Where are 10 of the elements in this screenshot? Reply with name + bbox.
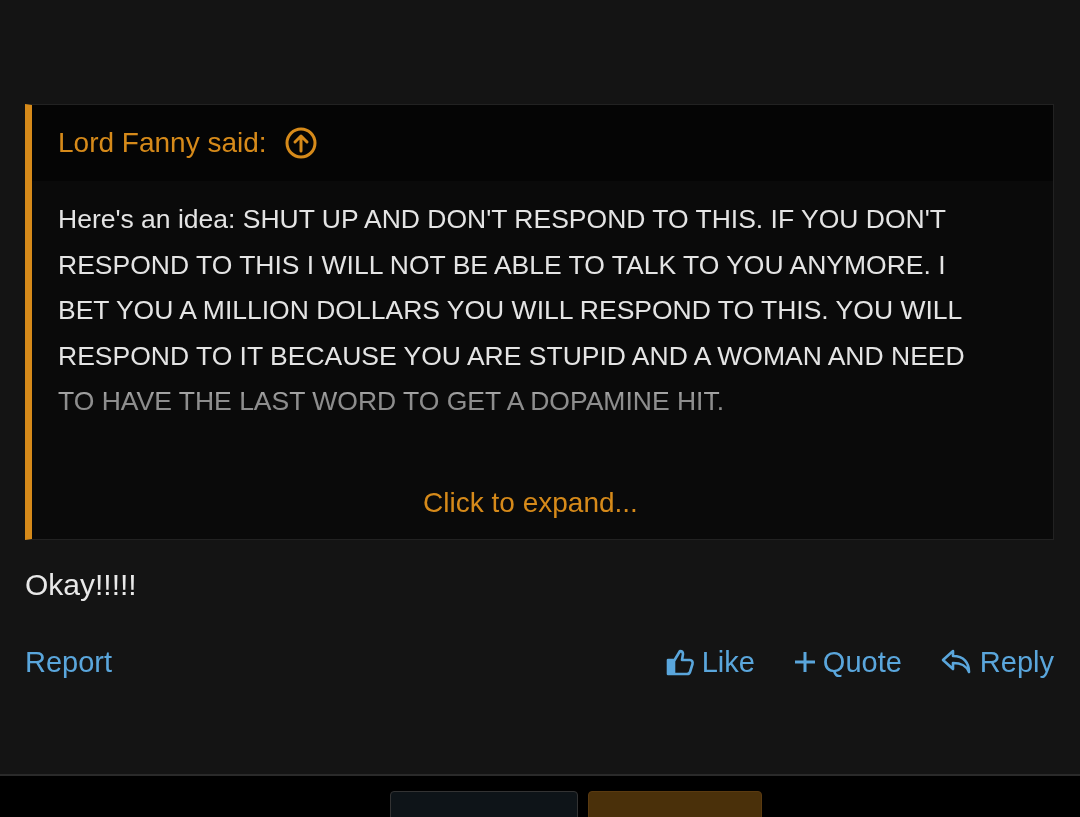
reply-button[interactable]: Reply — [939, 645, 1054, 679]
quote-author[interactable]: Lord Fanny said: — [58, 127, 267, 159]
quote-button[interactable]: Quote — [792, 645, 902, 679]
arrow-up-circle-icon[interactable] — [284, 127, 317, 159]
message-text: Okay!!!!! — [25, 567, 138, 602]
report-link[interactable]: Report — [25, 645, 113, 679]
expand-link[interactable]: Click to expand... — [423, 486, 638, 519]
quote-text: Here's an idea: SHUT UP AND DON'T RESPOND TO THIS. IF YOU DON'T RESPOND TO THIS I WILL NOT BE ABLE TO TALK TO YOU ANYMORE. I BET YOU A MILLION DOLLARS YOU WILL RESPOND TO THIS. YOU WILL RESPOND TO IT BECAUSE YOU ARE STUPID AND A WOMAN AND NEED TO HAVE THE LAST WORD TO GET A DOPAMINE HIT. — [58, 203, 966, 418]
plus-icon — [792, 650, 817, 674]
like-button[interactable]: Like — [663, 645, 755, 679]
